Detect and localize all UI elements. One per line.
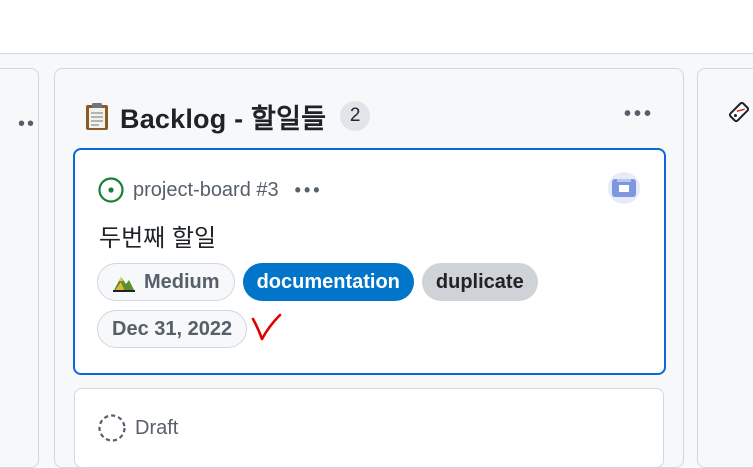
column-header: Backlog - 할일들 2 — [82, 96, 371, 136]
draft-meta: Draft — [97, 413, 178, 443]
avatar-icon — [612, 179, 636, 197]
label-tag-icon — [728, 101, 750, 123]
mountain-icon — [113, 277, 135, 292]
top-bar — [0, 0, 753, 54]
issue-card[interactable]: project-board #3 ••• 두번째 할일 Medium docum… — [73, 148, 666, 375]
label-list: Medium documentation duplicate — [97, 263, 538, 301]
card-title[interactable]: 두번째 할일 — [99, 218, 216, 253]
handwritten-check-mark — [251, 313, 282, 341]
card-meta: project-board #3 ••• — [97, 176, 323, 204]
label-duplicate[interactable]: duplicate — [421, 263, 538, 301]
issue-reference[interactable]: project-board #3 — [133, 179, 279, 202]
label-documentation[interactable]: documentation — [242, 263, 414, 301]
card-menu-icon[interactable]: ••• — [295, 180, 323, 201]
column-item-count: 2 — [340, 101, 371, 131]
column-title: Backlog - 할일들 — [120, 103, 327, 134]
assignee-avatar[interactable] — [608, 172, 640, 204]
label-medium[interactable]: Medium — [97, 263, 235, 301]
label-text: Medium — [144, 270, 220, 293]
issue-opened-icon — [98, 177, 124, 203]
draft-card[interactable]: Draft — [74, 388, 664, 468]
date-row: Dec 31, 2022 — [97, 310, 283, 348]
next-column — [697, 68, 753, 468]
due-date[interactable]: Dec 31, 2022 — [97, 310, 248, 348]
draft-label: Draft — [135, 416, 179, 439]
previous-column: •• — [0, 68, 39, 468]
previous-column-menu-icon[interactable]: •• — [18, 113, 36, 136]
kebab-horizontal-icon[interactable]: ••• — [624, 103, 654, 126]
clipboard-icon — [86, 103, 108, 130]
draft-icon — [98, 414, 126, 442]
